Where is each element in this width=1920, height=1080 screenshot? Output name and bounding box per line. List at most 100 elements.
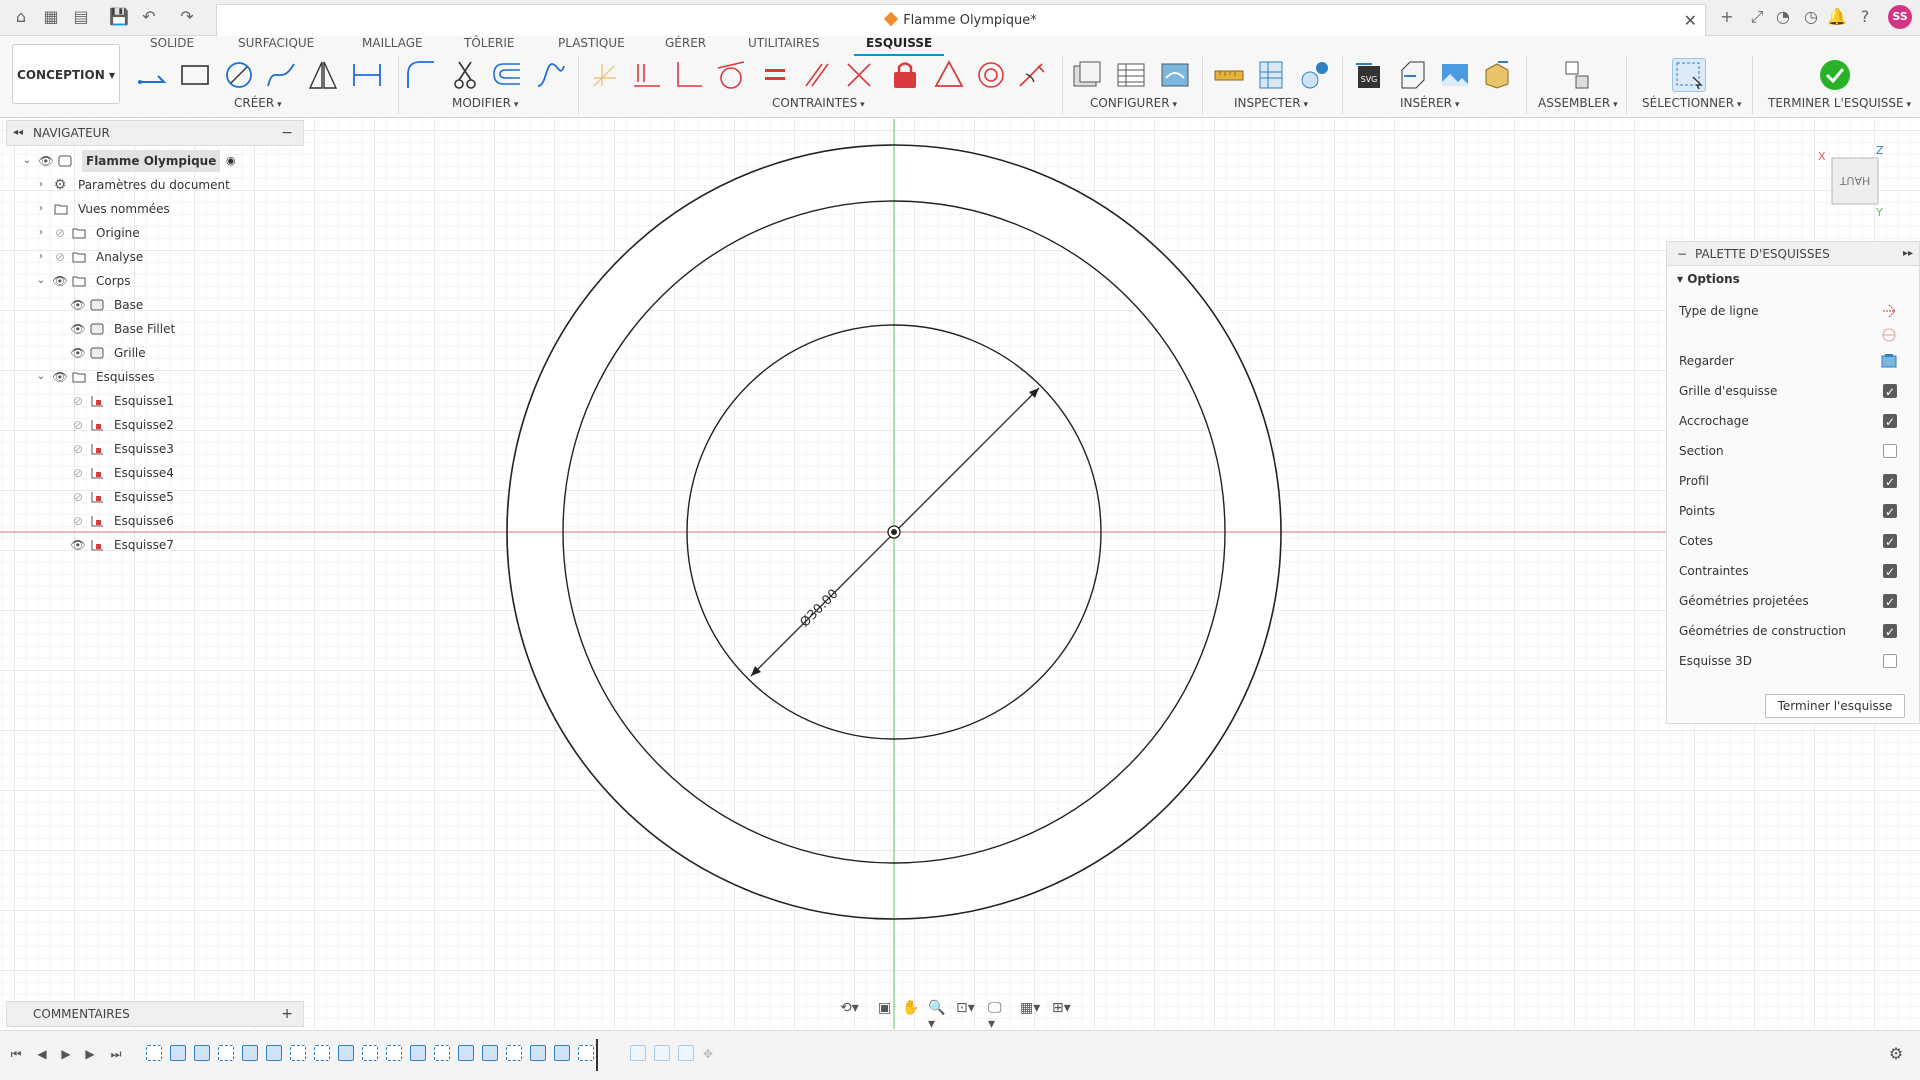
close-tab-icon[interactable]: ✕ [1684, 11, 1697, 30]
play-icon[interactable]: ▶ [58, 1046, 74, 1062]
palette-row-constraints[interactable]: Contraintes [1679, 560, 1907, 583]
tree-item-sketch[interactable]: ⊘ Esquisse4 [52, 462, 292, 484]
tree-item-sketch[interactable]: ⊘ Esquisse2 [52, 414, 292, 436]
expand-arrow-icon[interactable]: › [34, 198, 48, 220]
go-to-start-icon[interactable]: ⏮ [8, 1046, 24, 1062]
collapse-panel-icon[interactable]: ◂◂ [13, 121, 23, 145]
measure-icon[interactable] [1212, 58, 1246, 92]
spline-tool-icon[interactable] [264, 58, 298, 92]
dimension-tool-icon[interactable] [350, 58, 384, 92]
tree-item-sketch[interactable]: ⊘ Esquisse5 [52, 486, 292, 508]
timeline-extrude-feature[interactable] [410, 1045, 426, 1061]
tangent-constraint-icon[interactable] [714, 58, 748, 92]
tree-item-sketch[interactable]: ⊘ Esquisse1 [52, 390, 292, 412]
tree-item-document-settings[interactable]: › ⚙ Paramètres du document [34, 174, 294, 196]
center-point[interactable] [891, 529, 897, 535]
timeline-marker[interactable] [596, 1039, 598, 1071]
hidden-eye-icon[interactable]: ⊘ [70, 486, 86, 508]
rectangle-tool-icon[interactable] [178, 58, 212, 92]
collapse-arrow-icon[interactable]: ⌄ [34, 270, 48, 292]
timeline-sketch-feature[interactable] [386, 1045, 402, 1061]
timeline-sketch-feature[interactable] [434, 1045, 450, 1061]
timeline-sketch-feature[interactable] [362, 1045, 378, 1061]
viewcube[interactable]: HAUT [1828, 154, 1882, 208]
interference-icon[interactable] [1298, 58, 1332, 92]
collapse-arrow-icon[interactable]: ⌄ [34, 366, 48, 388]
visibility-eye-icon[interactable]: 👁 [70, 534, 86, 556]
document-tab[interactable]: Flamme Olympique* ✕ [216, 4, 1706, 36]
trim-tool-icon[interactable] [448, 58, 482, 92]
palette-row-profile[interactable]: Profil [1679, 470, 1907, 493]
new-tab-icon[interactable]: + [1716, 6, 1738, 28]
step-back-icon[interactable]: ◀ [34, 1046, 50, 1062]
extensions-icon[interactable]: ⤢ [1746, 6, 1768, 28]
tree-item-body[interactable]: 👁 Base [52, 294, 292, 316]
perpendicular-constraint-icon[interactable] [672, 58, 706, 92]
visibility-eye-icon[interactable]: 👁 [38, 150, 54, 172]
tree-item-bodies[interactable]: ⌄ 👁 Corps [34, 270, 294, 292]
group-assembler[interactable]: ASSEMBLER [1538, 96, 1618, 110]
timeline-sketch-feature[interactable] [146, 1045, 162, 1061]
avatar[interactable]: SS [1888, 5, 1912, 29]
home-icon[interactable]: ⌂ [10, 6, 32, 28]
tree-item-root[interactable]: ⌄ 👁 Flamme Olympique ◉ [20, 150, 300, 172]
look-at-icon[interactable]: ▣ [878, 1000, 891, 1016]
fit-icon[interactable]: ⊡▾ [956, 1000, 975, 1016]
group-creer[interactable]: CRÉER [234, 96, 282, 110]
save-icon[interactable]: 💾 [108, 6, 130, 28]
curvature-constraint-icon[interactable] [1016, 58, 1050, 92]
palette-row-projected-geometry[interactable]: Géométries projetées [1679, 590, 1907, 613]
hidden-eye-icon[interactable]: ⊘ [52, 246, 68, 268]
sketch-grid-checkbox[interactable] [1883, 381, 1897, 403]
palette-row-sketch-grid[interactable]: Grille d'esquisse [1679, 380, 1907, 403]
tree-item-analysis[interactable]: › ⊘ Analyse [34, 246, 294, 268]
collinear-constraint-icon[interactable] [630, 58, 664, 92]
tree-item-origin[interactable]: › ⊘ Origine [34, 222, 294, 244]
zoom-icon[interactable]: 🔍▾ [928, 1000, 945, 1032]
pan-hand-icon[interactable]: ✋ [902, 1000, 919, 1016]
tree-item-sketch-active[interactable]: 👁 Esquisse7 [52, 534, 292, 556]
group-modifier[interactable]: MODIFIER [452, 96, 518, 110]
insert-dxf-icon[interactable] [1396, 58, 1430, 92]
equal-constraint-icon[interactable] [758, 58, 792, 92]
parallel-constraint-icon[interactable] [800, 58, 834, 92]
insert-image-icon[interactable] [1438, 58, 1472, 92]
tree-item-sketch[interactable]: ⊘ Esquisse3 [52, 438, 292, 460]
undo-icon[interactable]: ↶ [138, 6, 160, 28]
group-selectionner[interactable]: SÉLECTIONNER [1642, 96, 1741, 110]
viewports-icon[interactable]: ⊞▾ [1052, 1000, 1071, 1016]
redo-icon[interactable]: ↷ [176, 6, 198, 28]
hidden-eye-icon[interactable]: ⊘ [52, 222, 68, 244]
expand-arrow-icon[interactable]: › [34, 174, 48, 196]
timeline-extrude-feature[interactable] [242, 1045, 258, 1061]
projected-geometry-checkbox[interactable] [1883, 591, 1897, 613]
group-contraintes[interactable]: CONTRAINTES [772, 96, 865, 110]
apps-grid-icon[interactable]: ▦ [40, 6, 62, 28]
timeline-feature[interactable] [194, 1045, 210, 1061]
timeline-suppressed-feature[interactable] [630, 1045, 646, 1061]
constraints-checkbox[interactable] [1883, 561, 1897, 583]
configurations-icon[interactable] [1158, 58, 1192, 92]
assemble-icon[interactable] [1560, 58, 1594, 92]
timeline-feature[interactable] [338, 1045, 354, 1061]
timeline-sketch-feature[interactable] [506, 1045, 522, 1061]
tab-tolerie[interactable]: TÔLERIE [464, 36, 515, 58]
timeline-move-icon[interactable]: ✥ [700, 1046, 716, 1062]
snap-checkbox[interactable] [1883, 411, 1897, 433]
finish-sketch-icon[interactable] [1818, 58, 1852, 92]
grid-settings-icon[interactable]: ▦▾ [1020, 1000, 1040, 1016]
centerline-icon[interactable] [1881, 327, 1897, 343]
minimize-icon[interactable]: − [281, 121, 293, 145]
clock-icon[interactable]: ◷ [1800, 6, 1822, 28]
collapse-arrow-icon[interactable]: ⌄ [20, 150, 34, 172]
table-icon[interactable] [1114, 58, 1148, 92]
finish-sketch-button[interactable]: Terminer l'esquisse [1765, 694, 1905, 718]
insert-svg-icon[interactable]: SVG [1352, 58, 1386, 92]
tab-solide[interactable]: SOLIDE [150, 36, 194, 58]
timeline-sketch-feature[interactable] [290, 1045, 306, 1061]
tree-item-body[interactable]: 👁 Grille [52, 342, 292, 364]
tab-maillage[interactable]: MAILLAGE [362, 36, 423, 58]
fillet-tool-icon[interactable] [404, 58, 438, 92]
group-inspecter[interactable]: INSPECTER [1234, 96, 1308, 110]
section-analysis-icon[interactable] [1254, 58, 1288, 92]
